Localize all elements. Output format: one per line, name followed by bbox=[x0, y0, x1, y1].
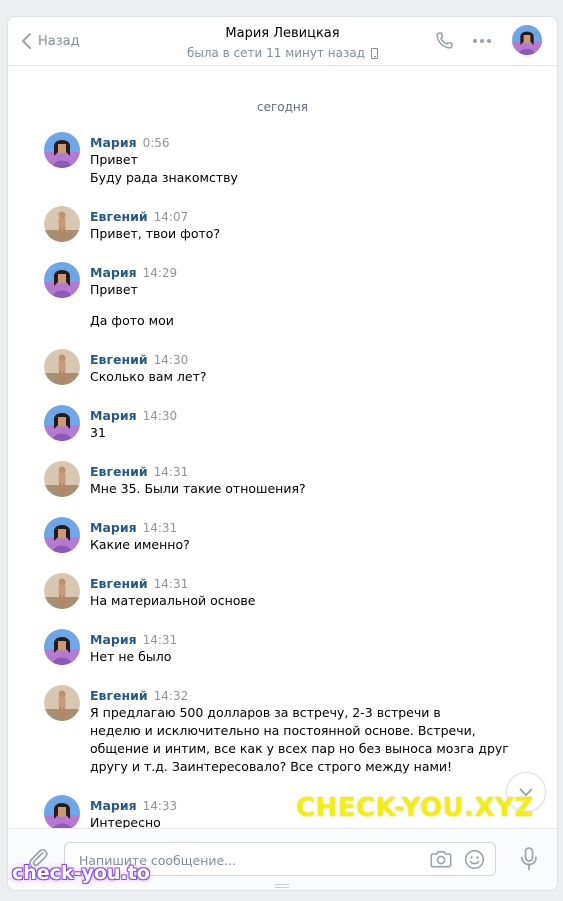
message-author[interactable]: Евгений bbox=[90, 209, 148, 224]
resize-handle-line bbox=[275, 887, 289, 888]
message-author[interactable]: Мария bbox=[90, 632, 137, 647]
chat-header: Назад Мария Левицкая была в сети 11 мину… bbox=[8, 17, 557, 66]
contact-avatar[interactable] bbox=[512, 25, 542, 55]
message-meta: Мария 0:56 bbox=[90, 134, 170, 150]
avatar[interactable] bbox=[44, 685, 80, 721]
message-author[interactable]: Мария bbox=[90, 798, 137, 813]
more-dot bbox=[480, 39, 484, 43]
message-author[interactable]: Евгений bbox=[90, 352, 148, 367]
message-meta: Евгений 14:30 bbox=[90, 351, 188, 367]
message-time[interactable]: 14:31 bbox=[143, 633, 178, 647]
chat-window: Назад Мария Левицкая была в сети 11 мину… bbox=[7, 16, 558, 891]
message-text: неделю и исключительно на постоянной осн… bbox=[90, 723, 476, 738]
message-meta: Евгений 14:07 bbox=[90, 208, 188, 224]
avatar-photo bbox=[44, 629, 80, 665]
message-text: Привет, твои фото? bbox=[90, 226, 221, 241]
avatar-photo bbox=[44, 461, 80, 497]
avatar-photo bbox=[44, 349, 80, 385]
avatar[interactable] bbox=[44, 349, 80, 385]
message-text: На материальной основе bbox=[90, 593, 256, 608]
message-meta: Мария 14:31 bbox=[90, 519, 177, 535]
message-time[interactable]: 14:32 bbox=[154, 689, 189, 703]
message-time[interactable]: 14:07 bbox=[154, 210, 189, 224]
avatar[interactable] bbox=[44, 629, 80, 665]
message-text: Интересно bbox=[90, 815, 161, 828]
resize-handle-line bbox=[275, 884, 289, 885]
message-time[interactable]: 14:31 bbox=[154, 577, 189, 591]
message-author[interactable]: Мария bbox=[90, 265, 137, 280]
message-text: другу и т.д. Заинтересовало? Все строго … bbox=[90, 759, 453, 774]
avatar[interactable] bbox=[44, 795, 80, 828]
message-meta: Евгений 14:31 bbox=[90, 463, 188, 479]
more-icon[interactable] bbox=[471, 30, 493, 52]
message-meta: Мария 14:31 bbox=[90, 631, 177, 647]
message-time[interactable]: 14:29 bbox=[143, 266, 178, 280]
avatar[interactable] bbox=[44, 461, 80, 497]
message-text: общение и интим, все как у всех пар но б… bbox=[90, 741, 509, 756]
online-status-text: была в сети 11 минут назад bbox=[186, 46, 366, 60]
message-author[interactable]: Мария bbox=[90, 520, 137, 535]
message-meta: Евгений 14:31 bbox=[90, 575, 188, 591]
message-text: Сколько вам лет? bbox=[90, 369, 207, 384]
message-author[interactable]: Евгений bbox=[90, 688, 148, 703]
watermark: check-you.to bbox=[12, 862, 150, 884]
online-status: была в сети 11 минут назад bbox=[186, 45, 379, 61]
avatar[interactable] bbox=[44, 573, 80, 609]
avatar-photo bbox=[44, 573, 80, 609]
message-text: Привет bbox=[90, 152, 138, 167]
emoji-icon[interactable] bbox=[464, 849, 485, 870]
watermark: CHECK-YOU.XYZ bbox=[296, 793, 534, 823]
message-text: Нет не было bbox=[90, 649, 172, 664]
message-author[interactable]: Мария bbox=[90, 408, 137, 423]
message-meta: Евгений 14:32 bbox=[90, 687, 188, 703]
avatar[interactable] bbox=[44, 405, 80, 441]
message-meta: Мария 14:29 bbox=[90, 264, 177, 280]
message-history[interactable]: сегодня Мария 0:56 Привет Буду рада знако… bbox=[8, 66, 557, 828]
avatar[interactable] bbox=[44, 517, 80, 553]
avatar-photo bbox=[44, 405, 80, 441]
avatar[interactable] bbox=[44, 206, 80, 242]
message-time[interactable]: 14:30 bbox=[143, 409, 178, 423]
message-text: Какие именно? bbox=[90, 537, 190, 552]
date-separator: сегодня bbox=[257, 100, 308, 114]
avatar[interactable] bbox=[44, 132, 80, 168]
message-author[interactable]: Мария bbox=[90, 135, 137, 150]
avatar-photo bbox=[512, 25, 542, 55]
message-text: Мне 35. Были такие отношения? bbox=[90, 481, 306, 496]
camera-icon[interactable] bbox=[430, 849, 452, 869]
resize-handle[interactable] bbox=[275, 884, 289, 888]
message-text: Да фото мои bbox=[90, 313, 174, 328]
avatar-photo bbox=[44, 795, 80, 828]
message-text: Я предлагаю 500 долларов за встречу, 2-3… bbox=[90, 705, 441, 720]
avatar-photo bbox=[44, 206, 80, 242]
message-author[interactable]: Евгений bbox=[90, 576, 148, 591]
message-time[interactable]: 0:56 bbox=[143, 136, 170, 150]
more-dot bbox=[473, 39, 477, 43]
avatar-photo bbox=[44, 262, 80, 298]
message-meta: Мария 14:33 bbox=[90, 797, 177, 813]
microphone-icon[interactable] bbox=[518, 846, 540, 872]
message-author[interactable]: Евгений bbox=[90, 464, 148, 479]
message-text: Привет bbox=[90, 282, 138, 297]
avatar-photo bbox=[44, 517, 80, 553]
message-time[interactable]: 14:30 bbox=[154, 353, 189, 367]
avatar-photo bbox=[44, 132, 80, 168]
message-time[interactable]: 14:31 bbox=[154, 465, 189, 479]
phone-icon[interactable] bbox=[433, 30, 455, 52]
avatar-photo bbox=[44, 685, 80, 721]
avatar[interactable] bbox=[44, 262, 80, 298]
message-text: 31 bbox=[90, 425, 106, 440]
mobile-phone-icon bbox=[371, 47, 379, 59]
message-text: Буду рада знакомству bbox=[90, 170, 238, 185]
more-dot bbox=[487, 39, 491, 43]
message-meta: Мария 14:30 bbox=[90, 407, 177, 423]
message-time[interactable]: 14:31 bbox=[143, 521, 178, 535]
message-time[interactable]: 14:33 bbox=[143, 799, 178, 813]
